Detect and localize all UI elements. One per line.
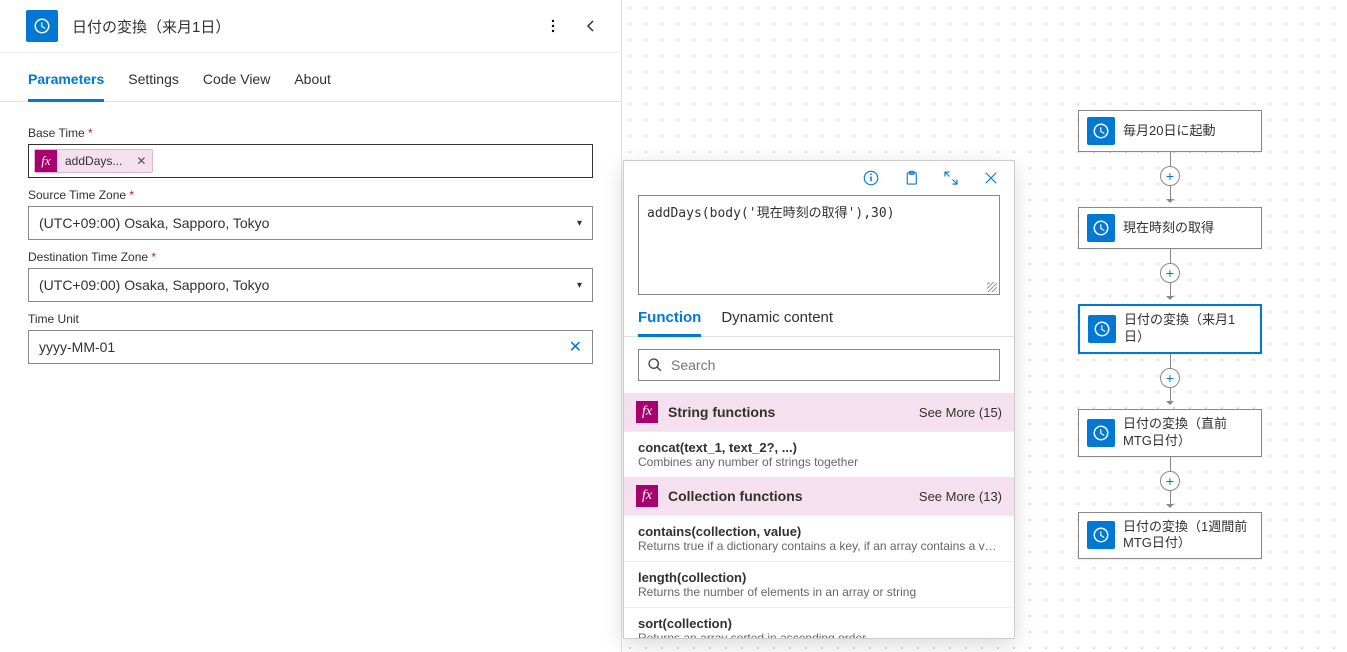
flow-connector: + bbox=[1160, 354, 1180, 409]
clock-icon bbox=[1087, 521, 1115, 549]
base-time-input[interactable]: fx addDays... ✕ bbox=[28, 144, 593, 178]
function-item[interactable]: concat(text_1, text_2?, ...)Combines any… bbox=[624, 431, 1014, 477]
flow-diagram: 毎月20日に起動 + 現在時刻の取得 + 日付の変換（来月1日） + 日付の変換（直前MTG… bbox=[1078, 110, 1262, 559]
flow-connector: + bbox=[1160, 249, 1180, 304]
function-category[interactable]: fxString functionsSee More (15) bbox=[624, 393, 1014, 431]
clock-icon bbox=[1087, 117, 1115, 145]
field-label: Destination Time Zone * bbox=[28, 250, 593, 264]
function-category[interactable]: fxCollection functionsSee More (13) bbox=[624, 477, 1014, 515]
expression-token: fx addDays... ✕ bbox=[34, 149, 153, 173]
field-label: Source Time Zone * bbox=[28, 188, 593, 202]
clear-icon[interactable]: ✕ bbox=[569, 337, 582, 357]
collapse-icon[interactable] bbox=[581, 16, 601, 36]
chevron-down-icon: ▾ bbox=[577, 280, 582, 291]
see-more-link[interactable]: See More (13) bbox=[919, 489, 1002, 504]
tab-parameters[interactable]: Parameters bbox=[28, 71, 104, 102]
function-search[interactable] bbox=[671, 357, 991, 373]
parameters-form: Base Time * fx addDays... ✕ Source Time … bbox=[0, 102, 621, 378]
chevron-down-icon: ▾ bbox=[577, 218, 582, 229]
add-step-button[interactable]: + bbox=[1160, 166, 1180, 186]
add-step-button[interactable]: + bbox=[1160, 471, 1180, 491]
tab-function[interactable]: Function bbox=[638, 309, 701, 337]
expand-icon[interactable] bbox=[942, 169, 960, 187]
time-unit-input[interactable]: yyyy-MM-01 ✕ bbox=[28, 330, 593, 364]
source-timezone-select[interactable]: (UTC+09:00) Osaka, Sapporo, Tokyo ▾ bbox=[28, 206, 593, 240]
panel-header: 日付の変換（来月1日） bbox=[0, 0, 621, 53]
function-item[interactable]: sort(collection)Returns an array sorted … bbox=[624, 607, 1014, 638]
function-list[interactable]: fxString functionsSee More (15)concat(te… bbox=[624, 393, 1014, 638]
flow-step[interactable]: 日付の変換（1週間前MTG日付） bbox=[1078, 512, 1262, 560]
panel-tabs: Parameters Settings Code View About bbox=[0, 53, 621, 102]
flow-step[interactable]: 現在時刻の取得 bbox=[1078, 207, 1262, 249]
fx-icon: fx bbox=[636, 401, 658, 423]
properties-panel: 日付の変換（来月1日） Parameters Settings Code View A… bbox=[0, 0, 622, 652]
clock-icon bbox=[1088, 315, 1116, 343]
tab-code-view[interactable]: Code View bbox=[203, 71, 270, 101]
clock-icon bbox=[26, 10, 58, 42]
see-more-link[interactable]: See More (15) bbox=[919, 405, 1002, 420]
function-item[interactable]: contains(collection, value)Returns true … bbox=[624, 515, 1014, 561]
clock-icon bbox=[1087, 419, 1115, 447]
paste-icon[interactable] bbox=[902, 169, 920, 187]
flow-connector: + bbox=[1160, 152, 1180, 207]
add-step-button[interactable]: + bbox=[1160, 263, 1180, 283]
add-step-button[interactable]: + bbox=[1160, 368, 1180, 388]
info-icon[interactable] bbox=[862, 169, 880, 187]
expression-toolbar bbox=[624, 161, 1014, 195]
expression-tabs: Function Dynamic content bbox=[624, 303, 1014, 337]
clock-icon bbox=[1087, 214, 1115, 242]
close-icon[interactable] bbox=[982, 169, 1000, 187]
function-item[interactable]: length(collection)Returns the number of … bbox=[624, 561, 1014, 607]
fx-icon: fx bbox=[636, 485, 658, 507]
flow-connector: + bbox=[1160, 457, 1180, 512]
field-label: Base Time * bbox=[28, 126, 593, 140]
panel-title: 日付の変換（来月1日） bbox=[72, 16, 543, 37]
flow-step[interactable]: 日付の変換（来月1日） bbox=[1078, 304, 1262, 354]
search-icon bbox=[647, 357, 663, 373]
tab-about[interactable]: About bbox=[294, 71, 331, 101]
flow-step[interactable]: 日付の変換（直前MTG日付） bbox=[1078, 409, 1262, 457]
more-icon[interactable] bbox=[543, 16, 563, 36]
field-label: Time Unit bbox=[28, 312, 593, 326]
fx-icon: fx bbox=[35, 150, 57, 172]
flow-step[interactable]: 毎月20日に起動 bbox=[1078, 110, 1262, 152]
tab-dynamic-content[interactable]: Dynamic content bbox=[721, 309, 833, 336]
tab-settings[interactable]: Settings bbox=[128, 71, 179, 101]
expression-editor: addDays(body('現在時刻の取得'),30) Function Dyna… bbox=[623, 160, 1015, 639]
remove-token-icon[interactable]: ✕ bbox=[130, 154, 152, 168]
destination-timezone-select[interactable]: (UTC+09:00) Osaka, Sapporo, Tokyo ▾ bbox=[28, 268, 593, 302]
expression-textarea[interactable]: addDays(body('現在時刻の取得'),30) bbox=[638, 195, 1000, 295]
function-search-input[interactable] bbox=[638, 349, 1000, 381]
